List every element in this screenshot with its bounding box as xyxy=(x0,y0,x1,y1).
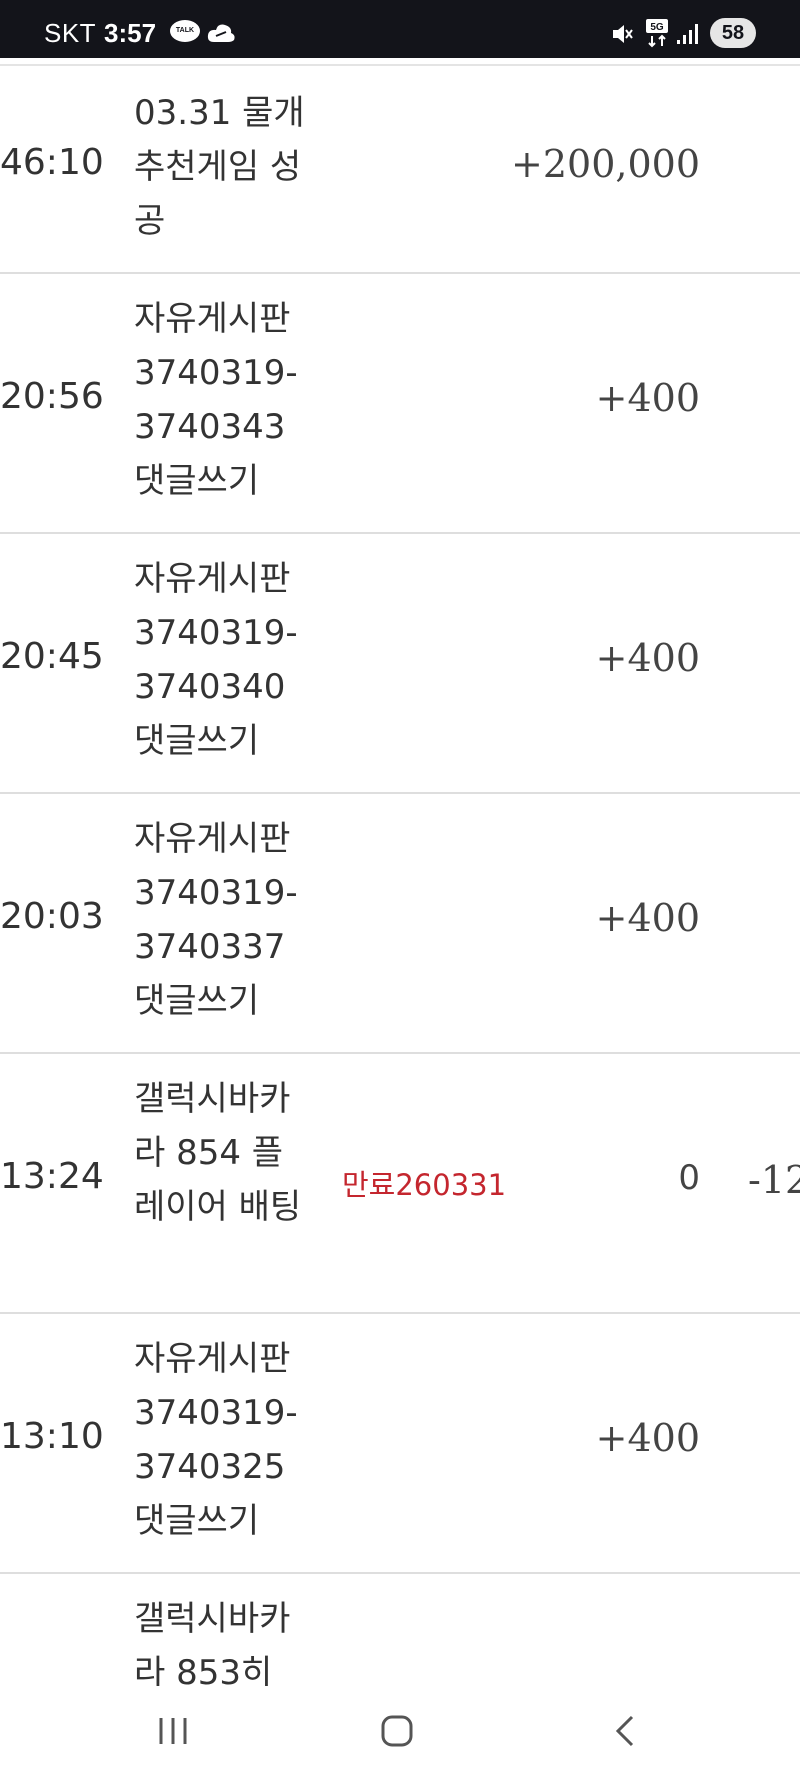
carrier-label: SKT xyxy=(44,18,97,48)
row-time: 46:10 xyxy=(0,142,104,183)
row-time: 20:03 xyxy=(0,896,104,937)
row-balance: -12 xyxy=(748,1158,800,1202)
list-item: 46:10 03.31 물개 추천게임 성공 +200,000 xyxy=(0,66,800,274)
back-icon[interactable] xyxy=(608,1714,642,1752)
row-description: 갤럭시바카라 853히 xyxy=(134,1599,291,1693)
signal-icon xyxy=(676,22,702,48)
row-amount: +400 xyxy=(595,1416,700,1460)
status-time: 3:57 xyxy=(104,18,157,48)
list-item: 13:10 자유게시판 3740319-3740325 댓글쓰기 +400 xyxy=(0,1312,800,1574)
row-description: 자유게시판 3740319-3740337 댓글쓰기 xyxy=(134,819,298,1021)
kakaotalk-icon: TALK xyxy=(170,20,200,42)
row-amount: +400 xyxy=(595,896,700,940)
row-description: 03.31 물개 추천게임 성공 xyxy=(134,93,305,241)
cloud-icon xyxy=(206,22,236,48)
row-time: 13:24 xyxy=(0,1156,104,1197)
list-item: 20:56 자유게시판 3740319-3740343 댓글쓰기 +400 xyxy=(0,272,800,534)
row-amount: 0 xyxy=(678,1158,700,1198)
list-item: 13:24 갤럭시바카라 854 플레이어 배팅 만료260331 0 -12 xyxy=(0,1052,800,1314)
row-time: 20:45 xyxy=(0,636,104,677)
list-item: 20:03 자유게시판 3740319-3740337 댓글쓰기 +400 xyxy=(0,792,800,1054)
battery-indicator: 58 xyxy=(710,18,756,48)
home-icon[interactable] xyxy=(380,1714,414,1752)
recent-apps-icon[interactable] xyxy=(156,1714,190,1752)
svg-text:5G: 5G xyxy=(650,22,664,33)
row-description: 자유게시판 3740319-3740340 댓글쓰기 xyxy=(134,559,298,761)
row-amount: +200,000 xyxy=(511,142,700,186)
row-time: 13:10 xyxy=(0,1416,104,1457)
list-item: 20:45 자유게시판 3740319-3740340 댓글쓰기 +400 xyxy=(0,532,800,794)
expiry-note: 만료260331 xyxy=(342,1168,507,1202)
row-description: 자유게시판 3740319-3740325 댓글쓰기 xyxy=(134,1339,298,1541)
row-amount: +400 xyxy=(595,376,700,420)
row-description: 갤럭시바카라 854 플레이어 배팅 xyxy=(134,1079,302,1227)
network-5g-icon: 5G xyxy=(644,18,672,52)
row-description: 자유게시판 3740319-3740343 댓글쓰기 xyxy=(134,299,298,501)
navigation-bar xyxy=(0,1686,800,1778)
mute-icon xyxy=(610,22,634,50)
row-time: 20:56 xyxy=(0,376,104,417)
status-bar: SKT 3:57 TALK 5G 58 xyxy=(0,0,800,58)
row-amount: +400 xyxy=(595,636,700,680)
